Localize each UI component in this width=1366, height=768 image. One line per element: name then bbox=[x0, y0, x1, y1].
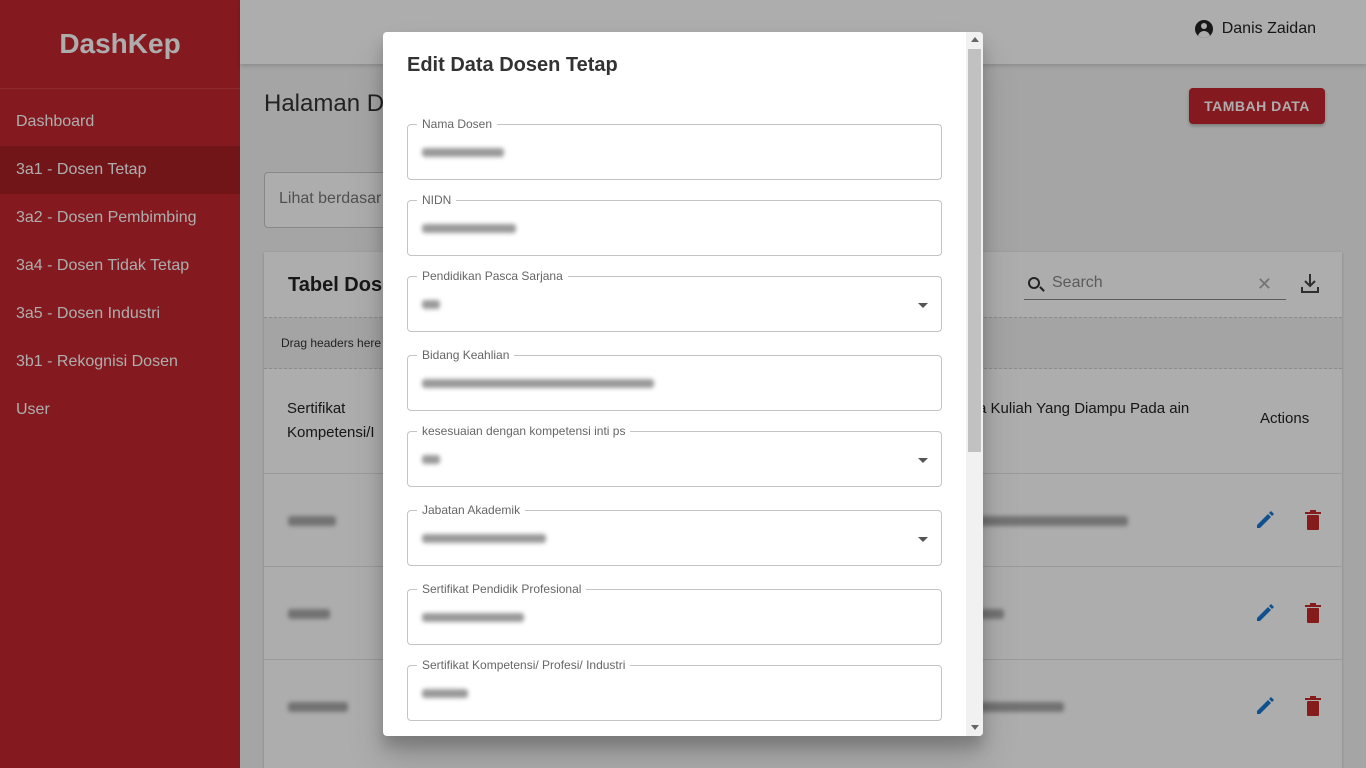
field-value bbox=[422, 148, 504, 157]
dialog-title: Edit Data Dosen Tetap bbox=[407, 54, 618, 76]
sertifikat-pendidik-field[interactable]: Sertifikat Pendidik Profesional bbox=[407, 582, 942, 645]
caret-down-icon bbox=[918, 537, 928, 542]
field-label: Bidang Keahlian bbox=[417, 348, 515, 362]
field-label: Nama Dosen bbox=[417, 117, 498, 131]
field-label: Jabatan Akademik bbox=[417, 503, 526, 517]
field-value bbox=[422, 224, 516, 233]
kesesuaian-kompetensi-select[interactable]: kesesuaian dengan kompetensi inti ps bbox=[407, 424, 942, 487]
scroll-thumb[interactable] bbox=[968, 49, 981, 452]
pendidikan-pasca-sarjana-select[interactable]: Pendidikan Pasca Sarjana bbox=[407, 269, 942, 332]
field-value bbox=[422, 300, 440, 309]
field-label: kesesuaian dengan kompetensi inti ps bbox=[417, 424, 631, 438]
nama-dosen-field[interactable]: Nama Dosen bbox=[407, 117, 942, 180]
bidang-keahlian-field[interactable]: Bidang Keahlian bbox=[407, 348, 942, 411]
caret-down-icon bbox=[918, 303, 928, 308]
field-value bbox=[422, 613, 524, 622]
field-label: Sertifikat Pendidik Profesional bbox=[417, 582, 587, 596]
field-value bbox=[422, 534, 546, 543]
field-value bbox=[422, 379, 654, 388]
field-label: Sertifikat Kompetensi/ Profesi/ Industri bbox=[417, 658, 631, 672]
field-label: Pendidikan Pasca Sarjana bbox=[417, 269, 568, 283]
edit-dialog: Edit Data Dosen Tetap Nama Dosen NIDN Pe… bbox=[383, 32, 983, 736]
caret-down-icon bbox=[918, 458, 928, 463]
field-label: NIDN bbox=[417, 193, 457, 207]
jabatan-akademik-select[interactable]: Jabatan Akademik bbox=[407, 503, 942, 566]
field-value bbox=[422, 689, 468, 698]
scroll-down-arrow-icon[interactable] bbox=[971, 725, 979, 730]
field-value bbox=[422, 455, 440, 464]
nidn-field[interactable]: NIDN bbox=[407, 193, 942, 256]
scroll-up-arrow-icon[interactable] bbox=[971, 37, 979, 42]
dialog-scrollbar[interactable] bbox=[966, 32, 983, 736]
sertifikat-kompetensi-field[interactable]: Sertifikat Kompetensi/ Profesi/ Industri bbox=[407, 658, 942, 721]
